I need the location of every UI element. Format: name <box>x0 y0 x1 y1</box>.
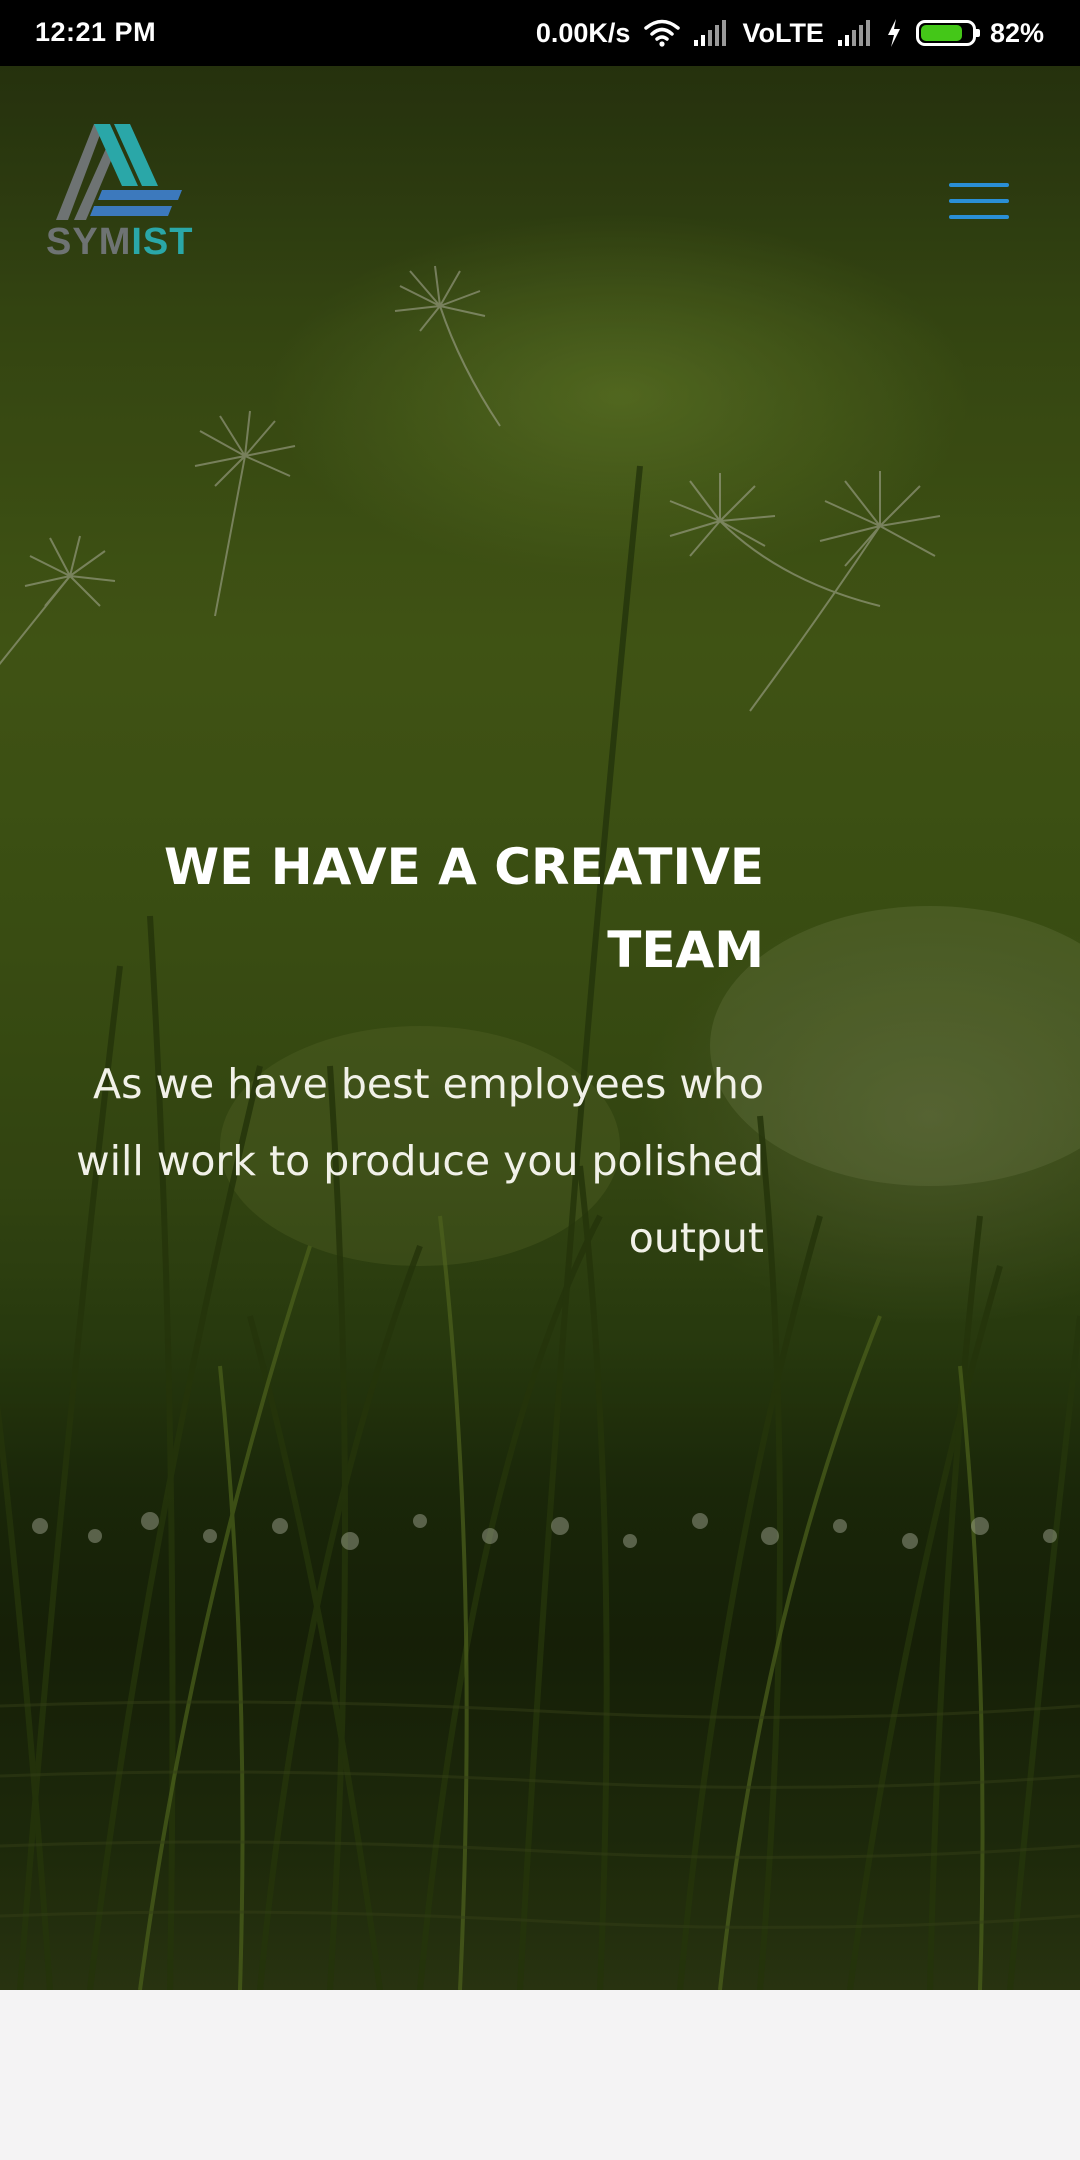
charging-bolt-icon <box>886 19 902 47</box>
next-section <box>0 1990 1080 2160</box>
network-speed: 0.00K/s <box>535 17 631 48</box>
status-icons: 0.00K/s VoLTE 82% <box>536 0 1044 66</box>
hero-description: As we have best employees who will work … <box>76 1060 764 1262</box>
signal-icon <box>694 20 728 46</box>
status-bar: 12:21 PM 0.00K/s VoLTE 82% <box>0 0 1080 66</box>
logo-wordmark: SYMIST <box>46 221 194 263</box>
hamburger-menu-icon[interactable] <box>944 173 1010 229</box>
battery-icon <box>915 20 980 46</box>
network-type-label: VoLTE <box>742 17 824 48</box>
symist-logo[interactable]: SYMIST <box>46 124 192 264</box>
hero-section: SYMIST WE HAVE A CREATIVE TEAM As we hav… <box>0 66 1080 1990</box>
hero-overlay <box>0 66 1080 1990</box>
hero-title: WE HAVE A CREATIVE TEAM <box>164 838 764 979</box>
signal-icon <box>837 20 872 46</box>
wifi-icon <box>644 19 681 47</box>
battery-percent: 82% <box>989 17 1044 48</box>
status-time: 12:21 PM <box>35 17 157 47</box>
